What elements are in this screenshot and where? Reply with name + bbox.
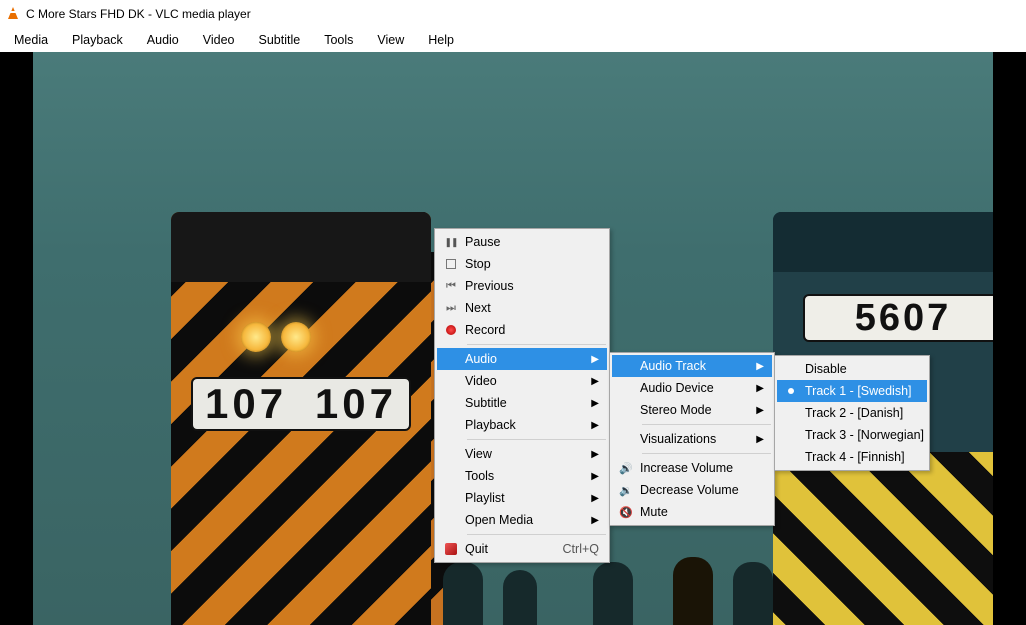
chevron-right-icon: ▶ <box>587 515 599 526</box>
vlc-icon <box>6 7 20 21</box>
increase-volume[interactable]: Increase Volume <box>612 457 772 479</box>
chevron-right-icon: ▶ <box>587 354 599 365</box>
chevron-right-icon: ▶ <box>587 493 599 504</box>
chevron-right-icon: ▶ <box>587 376 599 387</box>
chevron-right-icon: ▶ <box>587 398 599 409</box>
ctx-video[interactable]: Video ▶ <box>437 370 607 392</box>
separator <box>642 453 771 454</box>
mute[interactable]: Mute <box>612 501 772 523</box>
ctx-playback[interactable]: Playback ▶ <box>437 414 607 436</box>
track-2-danish[interactable]: Track 2 - [Danish] <box>777 402 927 424</box>
chevron-right-icon: ▶ <box>752 434 764 445</box>
menu-tools[interactable]: Tools <box>312 29 365 51</box>
separator <box>467 439 606 440</box>
titlebar: C More Stars FHD DK - VLC media player <box>0 0 1026 28</box>
menu-playback[interactable]: Playback <box>60 29 135 51</box>
chevron-right-icon: ▶ <box>752 383 764 394</box>
ctx-view[interactable]: View ▶ <box>437 443 607 465</box>
chevron-right-icon: ▶ <box>587 471 599 482</box>
menu-media[interactable]: Media <box>2 29 60 51</box>
train-number-left-a: 107 <box>205 380 287 428</box>
track-3-norwegian[interactable]: Track 3 - [Norwegian] <box>777 424 927 446</box>
menubar: Media Playback Audio Video Subtitle Tool… <box>0 28 1026 52</box>
ctx-previous[interactable]: Previous <box>437 275 607 297</box>
separator <box>467 344 606 345</box>
menu-subtitle[interactable]: Subtitle <box>247 29 313 51</box>
ctx-subtitle[interactable]: Subtitle ▶ <box>437 392 607 414</box>
separator <box>642 424 771 425</box>
mute-icon <box>619 505 633 519</box>
ctx-quit[interactable]: Quit Ctrl+Q <box>437 538 607 560</box>
record-icon <box>446 325 456 335</box>
menu-help[interactable]: Help <box>416 29 466 51</box>
decrease-volume[interactable]: Decrease Volume <box>612 479 772 501</box>
menu-view[interactable]: View <box>365 29 416 51</box>
volume-down-icon <box>619 483 633 497</box>
volume-up-icon <box>619 461 633 475</box>
ctx-open-media[interactable]: Open Media ▶ <box>437 509 607 531</box>
stereo-mode[interactable]: Stereo Mode ▶ <box>612 399 772 421</box>
train-number-right: 5607 <box>803 294 993 342</box>
train-engine-a: 107 107 <box>171 212 431 625</box>
quit-icon <box>445 543 457 555</box>
ctx-record[interactable]: Record <box>437 319 607 341</box>
chevron-right-icon: ▶ <box>587 449 599 460</box>
chevron-right-icon: ▶ <box>752 361 764 372</box>
menu-audio[interactable]: Audio <box>135 29 191 51</box>
chevron-right-icon: ▶ <box>752 405 764 416</box>
previous-icon <box>444 279 458 293</box>
track-4-finnish[interactable]: Track 4 - [Finnish] <box>777 446 927 468</box>
track-disable[interactable]: Disable <box>777 358 927 380</box>
next-icon <box>444 301 458 315</box>
pause-icon <box>444 235 458 249</box>
train-number-left-b: 107 <box>315 380 397 428</box>
audio-submenu: Audio Track ▶ Audio Device ▶ Stereo Mode… <box>609 352 775 526</box>
ctx-audio[interactable]: Audio ▶ <box>437 348 607 370</box>
shortcut-label: Ctrl+Q <box>551 542 599 556</box>
separator <box>467 534 606 535</box>
window-title: C More Stars FHD DK - VLC media player <box>26 7 251 21</box>
ctx-pause[interactable]: Pause <box>437 231 607 253</box>
audio-device[interactable]: Audio Device ▶ <box>612 377 772 399</box>
visualizations[interactable]: Visualizations ▶ <box>612 428 772 450</box>
radio-selected-icon <box>788 388 794 394</box>
ctx-stop[interactable]: Stop <box>437 253 607 275</box>
ctx-next[interactable]: Next <box>437 297 607 319</box>
chevron-right-icon: ▶ <box>587 420 599 431</box>
track-1-swedish[interactable]: Track 1 - [Swedish] <box>777 380 927 402</box>
ctx-tools[interactable]: Tools ▶ <box>437 465 607 487</box>
context-menu: Pause Stop Previous Next Record Audio ▶ … <box>434 228 610 563</box>
ctx-playlist[interactable]: Playlist ▶ <box>437 487 607 509</box>
stop-icon <box>446 259 456 269</box>
audio-track-submenu: Disable Track 1 - [Swedish] Track 2 - [D… <box>774 355 930 471</box>
menu-video[interactable]: Video <box>191 29 247 51</box>
audio-track[interactable]: Audio Track ▶ <box>612 355 772 377</box>
